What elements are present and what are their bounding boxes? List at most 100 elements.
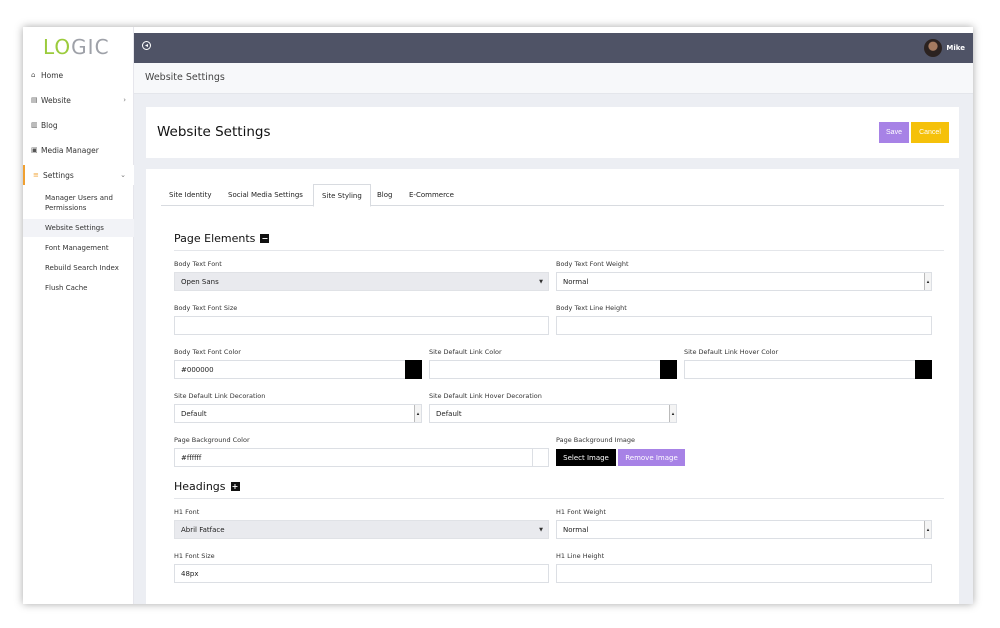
sidebar-subitem-label: Rebuild Search Index bbox=[45, 264, 119, 272]
color-swatch[interactable] bbox=[660, 360, 677, 379]
logo[interactable]: LOGIC bbox=[23, 27, 133, 63]
main-area: Website Settings Website Settings Save C… bbox=[134, 63, 973, 604]
top-bar: ◂ Mike bbox=[134, 33, 973, 63]
chevron-down-icon: ⌄ bbox=[120, 171, 126, 179]
logo-rest: GIC bbox=[71, 35, 110, 59]
tab-bar: Site Identity Social Media Settings Site… bbox=[161, 184, 944, 207]
home-icon: ⌂ bbox=[31, 71, 36, 79]
breadcrumb: Website Settings bbox=[134, 63, 973, 94]
divider bbox=[174, 498, 944, 499]
sidebar-item-home[interactable]: ⌂ Home bbox=[23, 65, 134, 85]
site-default-link-decoration-select[interactable]: Default ▴ bbox=[174, 404, 422, 423]
sidebar: LOGIC ⌂ Home ▤ Website › ▥ Blog ▣ Media … bbox=[23, 27, 134, 604]
user-name[interactable]: Mike bbox=[946, 44, 965, 52]
body-text-line-height-input[interactable] bbox=[556, 316, 932, 335]
dropdown-arrow-icon: ▼ bbox=[539, 526, 543, 533]
sidebar-subitem-website-settings[interactable]: Website Settings bbox=[23, 219, 134, 237]
expand-icon[interactable]: + bbox=[230, 482, 240, 491]
body-text-font-color-input[interactable]: #000000 bbox=[174, 360, 422, 379]
color-swatch[interactable] bbox=[532, 448, 549, 467]
sidebar-item-media-manager[interactable]: ▣ Media Manager bbox=[23, 140, 134, 160]
select-spinner-icon: ▴ bbox=[924, 273, 931, 290]
site-default-link-hover-color-label: Site Default Link Hover Color bbox=[684, 348, 779, 356]
page-header: Website Settings Save Cancel bbox=[146, 107, 959, 158]
sidebar-item-label: Website bbox=[41, 95, 71, 105]
select-value: Normal bbox=[563, 525, 589, 534]
select-value: Open Sans bbox=[181, 277, 219, 286]
body-text-font-weight-select[interactable]: Normal ▴ bbox=[556, 272, 932, 291]
input-value: #000000 bbox=[181, 365, 214, 374]
media-icon: ▣ bbox=[31, 146, 38, 154]
sidebar-item-label: Home bbox=[41, 70, 64, 80]
sidebar-item-label: Settings bbox=[43, 170, 74, 180]
section-title-text: Headings bbox=[174, 480, 226, 493]
section-title-page-elements: Page Elements − bbox=[174, 232, 270, 245]
chevron-right-icon: › bbox=[123, 96, 126, 104]
save-button[interactable]: Save bbox=[879, 122, 909, 143]
tab-site-identity[interactable]: Site Identity bbox=[161, 184, 220, 206]
select-value: Abril Fatface bbox=[181, 525, 225, 534]
select-spinner-icon: ▴ bbox=[924, 521, 931, 538]
sidebar-item-label: Media Manager bbox=[41, 145, 99, 155]
sidebar-subitem-rebuild-search-index[interactable]: Rebuild Search Index bbox=[23, 259, 134, 277]
sidebar-subitem-label: Manager Users and Permissions bbox=[45, 194, 113, 212]
tab-social-media-settings[interactable]: Social Media Settings bbox=[220, 184, 311, 206]
select-value: Default bbox=[181, 409, 207, 418]
tab-site-styling[interactable]: Site Styling bbox=[313, 184, 371, 207]
avatar[interactable] bbox=[924, 39, 942, 57]
h1-line-height-input[interactable] bbox=[556, 564, 932, 583]
settings-panel: Site Identity Social Media Settings Site… bbox=[146, 169, 959, 604]
sidebar-subitem-label: Website Settings bbox=[45, 224, 104, 232]
h1-font-label: H1 Font bbox=[174, 508, 200, 516]
remove-image-button[interactable]: Remove Image bbox=[618, 449, 685, 466]
input-value: #ffffff bbox=[181, 453, 202, 462]
h1-font-weight-select[interactable]: Normal ▴ bbox=[556, 520, 932, 539]
sidebar-subitem-font-management[interactable]: Font Management bbox=[23, 239, 134, 257]
site-default-link-hover-decoration-label: Site Default Link Hover Decoration bbox=[429, 392, 542, 400]
cancel-button[interactable]: Cancel bbox=[911, 122, 949, 143]
body-text-font-size-label: Body Text Font Size bbox=[174, 304, 238, 312]
site-default-link-decoration-label: Site Default Link Decoration bbox=[174, 392, 266, 400]
select-image-button[interactable]: Select Image bbox=[556, 449, 616, 466]
sidebar-subitem-flush-cache[interactable]: Flush Cache bbox=[23, 279, 134, 297]
sidebar-subitem-label: Font Management bbox=[45, 244, 109, 252]
select-spinner-icon: ▴ bbox=[414, 405, 421, 422]
sidebar-item-website[interactable]: ▤ Website › bbox=[23, 90, 134, 110]
color-swatch[interactable] bbox=[915, 360, 932, 379]
select-value: Normal bbox=[563, 277, 589, 286]
body-text-font-select[interactable]: Open Sans ▼ bbox=[174, 272, 549, 291]
sidebar-subitem-label: Flush Cache bbox=[45, 284, 88, 292]
divider bbox=[174, 250, 944, 251]
h1-font-size-input[interactable]: 48px bbox=[174, 564, 549, 583]
select-value: Default bbox=[436, 409, 462, 418]
site-default-link-color-label: Site Default Link Color bbox=[429, 348, 502, 356]
h1-font-size-label: H1 Font Size bbox=[174, 552, 215, 560]
color-swatch[interactable] bbox=[405, 360, 422, 379]
page-title: Website Settings bbox=[157, 124, 271, 140]
tab-blog[interactable]: Blog bbox=[369, 184, 400, 206]
collapse-icon[interactable]: − bbox=[260, 234, 270, 243]
tab-e-commerce[interactable]: E-Commerce bbox=[401, 184, 462, 206]
app-window: LOGIC ⌂ Home ▤ Website › ▥ Blog ▣ Media … bbox=[23, 27, 973, 604]
logo-accent: LO bbox=[43, 35, 72, 59]
website-icon: ▤ bbox=[31, 96, 38, 104]
page-background-color-input[interactable]: #ffffff bbox=[174, 448, 549, 467]
h1-line-height-label: H1 Line Height bbox=[556, 552, 605, 560]
sidebar-item-label: Blog bbox=[41, 120, 58, 130]
site-default-link-color-input[interactable] bbox=[429, 360, 677, 379]
dropdown-arrow-icon: ▼ bbox=[539, 278, 543, 285]
h1-font-select[interactable]: Abril Fatface ▼ bbox=[174, 520, 549, 539]
page-background-color-label: Page Background Color bbox=[174, 436, 250, 444]
sidebar-subitem-manager-users[interactable]: Manager Users and Permissions bbox=[23, 192, 134, 214]
sidebar-item-settings[interactable]: ≡ Settings ⌄ bbox=[23, 165, 134, 185]
back-icon[interactable]: ◂ bbox=[142, 41, 151, 50]
settings-icon: ≡ bbox=[33, 171, 39, 179]
select-spinner-icon: ▴ bbox=[669, 405, 676, 422]
page-background-image-label: Page Background Image bbox=[556, 436, 636, 444]
site-default-link-hover-decoration-select[interactable]: Default ▴ bbox=[429, 404, 677, 423]
sidebar-item-blog[interactable]: ▥ Blog bbox=[23, 115, 134, 135]
body-text-font-size-input[interactable] bbox=[174, 316, 549, 335]
site-default-link-hover-color-input[interactable] bbox=[684, 360, 932, 379]
body-text-line-height-label: Body Text Line Height bbox=[556, 304, 627, 312]
body-text-font-label: Body Text Font bbox=[174, 260, 222, 268]
